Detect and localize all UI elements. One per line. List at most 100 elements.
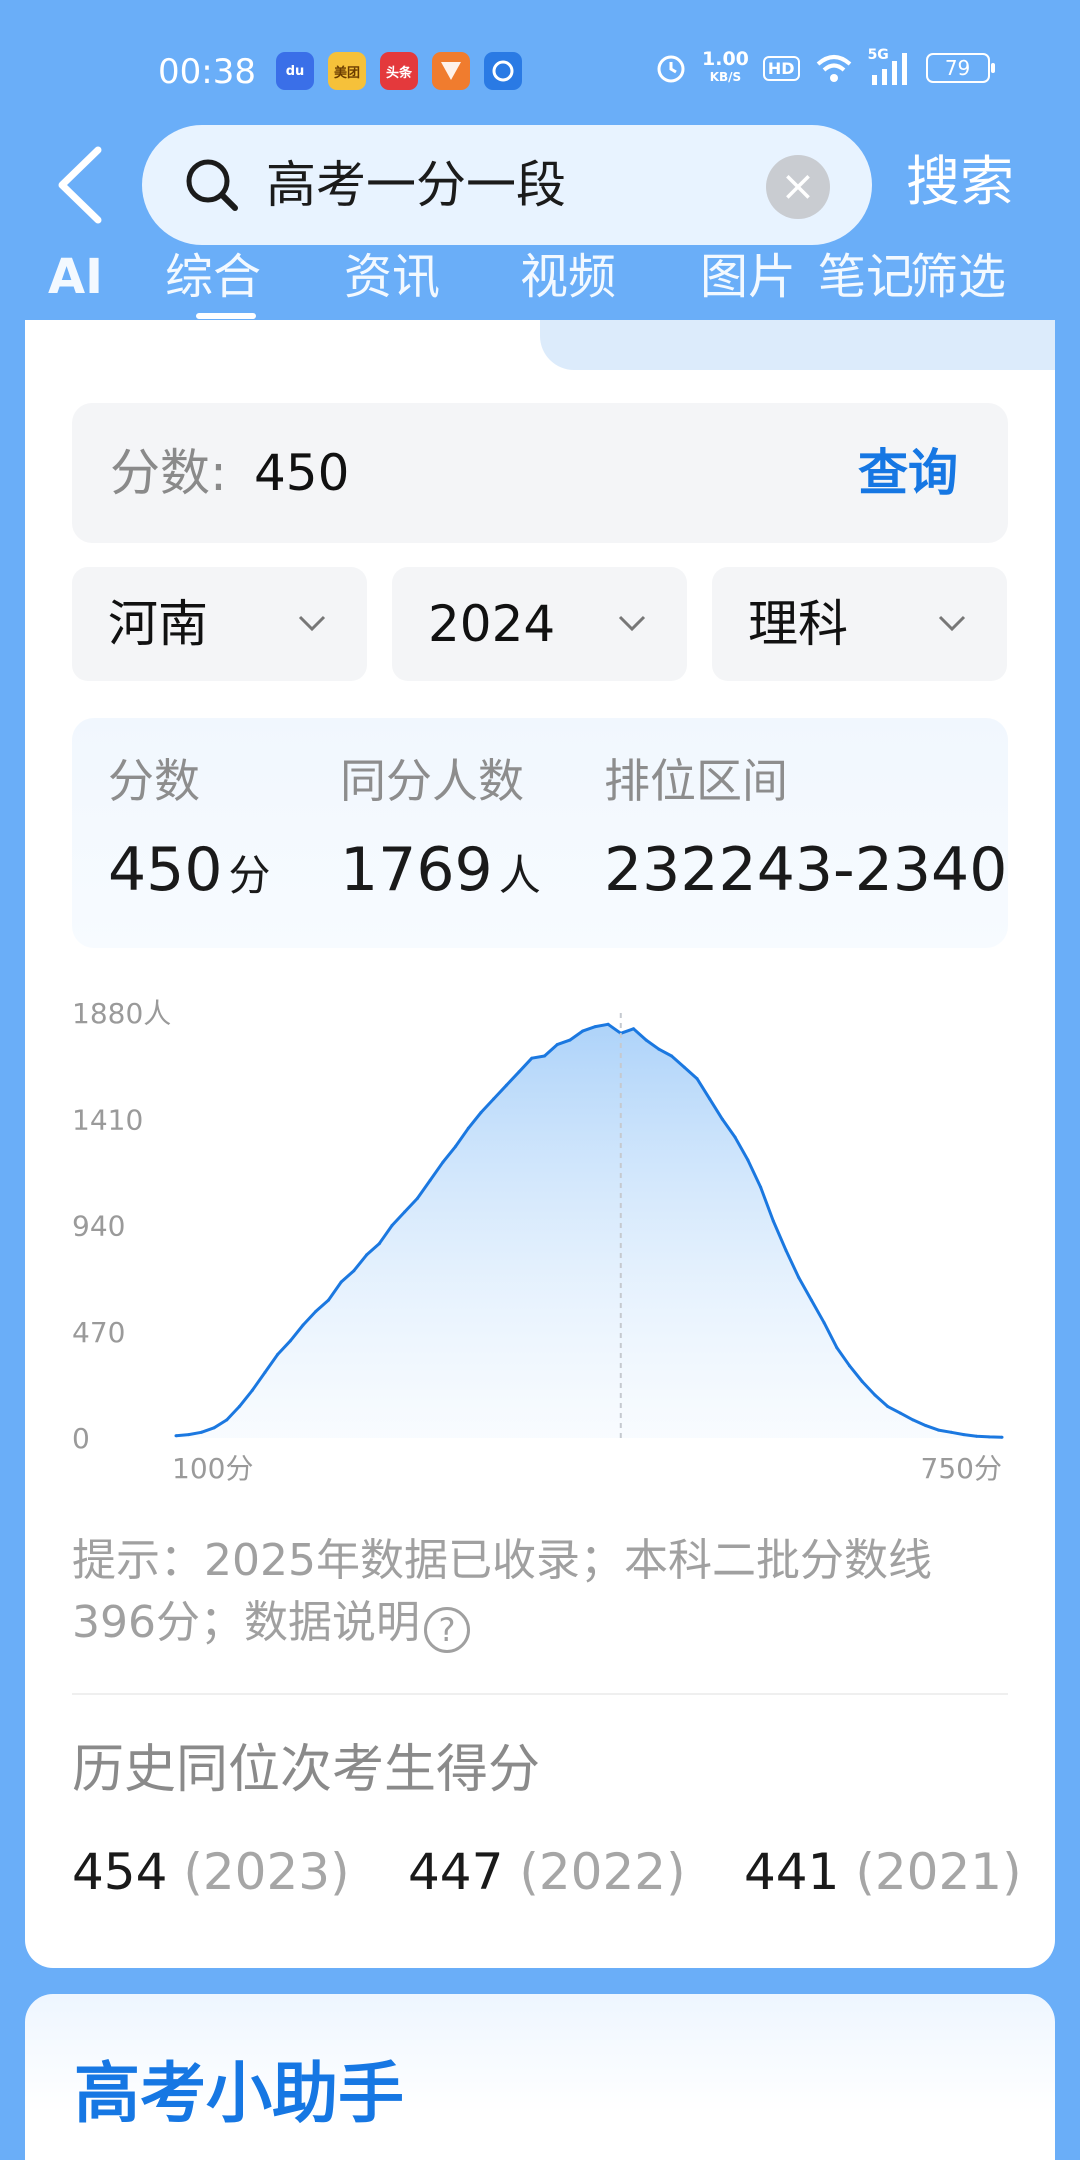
data-point — [898, 1411, 902, 1415]
data-point — [657, 1047, 661, 1051]
year-select[interactable]: 2024 — [392, 567, 687, 681]
data-point — [886, 1404, 890, 1408]
x-end-label: 750分 — [921, 1452, 1002, 1485]
data-point — [301, 1323, 305, 1327]
alarm-icon — [657, 55, 685, 83]
data-point — [365, 1253, 369, 1257]
data-point — [975, 1434, 979, 1438]
data-point — [263, 1370, 267, 1374]
data-point — [581, 1029, 585, 1033]
province-select[interactable]: 河南 — [72, 567, 367, 681]
data-point — [238, 1404, 241, 1408]
chevron-down-icon — [298, 615, 326, 632]
signal-icon: 5G — [868, 47, 912, 85]
data-point — [632, 1027, 635, 1031]
data-point — [987, 1435, 991, 1439]
data-point — [530, 1056, 534, 1060]
score-label: 分数: — [110, 444, 227, 502]
y-tick-label: 1880人 — [72, 997, 171, 1030]
chevron-down-icon — [618, 615, 646, 632]
result-same-value: 1769 — [340, 835, 493, 905]
data-point — [733, 1135, 737, 1139]
data-point — [555, 1043, 559, 1047]
status-bar: 00:38 du 美团 头条 1.00 KB/S HD 5G 79 — [0, 0, 1080, 120]
data-point — [670, 1054, 674, 1058]
distribution-svg: 1880人 1410 940 470 0 100分 750分 — [72, 997, 1004, 1485]
status-time: 00:38 — [158, 52, 256, 92]
score-query-field[interactable]: 分数: 450 查询 — [72, 403, 1008, 543]
tab-active-indicator — [196, 313, 256, 319]
meituan-app-icon: 美团 — [328, 52, 366, 90]
data-point — [314, 1309, 318, 1313]
card-decoration — [540, 320, 1055, 370]
data-point — [708, 1097, 712, 1101]
search-button[interactable]: 搜索 — [906, 146, 1014, 218]
hint-message: 提示：2025年数据已收录；本科二批分数线396分；数据说明 — [72, 1535, 932, 1648]
history-score: 454 — [72, 1843, 168, 1901]
y-tick-label: 470 — [72, 1316, 125, 1349]
data-point — [949, 1430, 953, 1434]
data-point — [835, 1346, 839, 1350]
data-point — [644, 1038, 648, 1042]
search-query-text[interactable]: 高考一分一段 — [266, 153, 566, 217]
data-point — [924, 1424, 928, 1428]
data-point — [962, 1433, 966, 1437]
data-point — [377, 1242, 381, 1246]
result-summary: 分数 450分 同分人数 1769人 排位区间 232243-234011 — [72, 718, 1008, 948]
data-point — [403, 1210, 407, 1214]
data-point — [873, 1393, 877, 1397]
tab-ai[interactable]: AI — [48, 247, 103, 307]
tab-news[interactable]: 资讯 — [344, 247, 440, 307]
tab-filter[interactable]: 筛选 — [910, 247, 1006, 307]
toutiao-app-icon: 头条 — [380, 52, 418, 90]
divider — [72, 1693, 1008, 1695]
result-score-value: 450 — [108, 835, 223, 905]
data-point — [504, 1083, 508, 1087]
y-tick-label: 940 — [72, 1210, 125, 1243]
help-icon[interactable]: ? — [423, 1607, 470, 1653]
data-point — [454, 1144, 458, 1148]
tab-images[interactable]: 图片 — [700, 247, 796, 307]
history-item: 454 (2023) — [72, 1838, 350, 1906]
result-rank-range: 排位区间 232243-234011 — [604, 752, 1008, 910]
query-button[interactable]: 查询 — [858, 441, 958, 505]
history-title: 历史同位次考生得分 — [72, 1740, 541, 1800]
back-button[interactable] — [50, 140, 110, 230]
data-point — [479, 1111, 483, 1114]
data-point — [339, 1280, 343, 1284]
data-point — [288, 1339, 292, 1343]
year-select-value: 2024 — [428, 595, 556, 653]
result-same-label: 同分人数 — [340, 754, 524, 808]
data-point — [199, 1430, 203, 1434]
data-point — [428, 1178, 432, 1182]
history-item: 441 (2021) — [744, 1838, 1022, 1906]
battery-indicator: 79 — [925, 53, 995, 83]
score-distribution-chart: 1880人 1410 940 470 0 100分 750分 — [72, 985, 1008, 1485]
hd-badge: HD — [762, 55, 800, 81]
data-point — [746, 1158, 750, 1162]
history-score: 441 — [744, 1843, 840, 1901]
data-point — [759, 1185, 763, 1189]
subject-select-value: 理科 — [748, 595, 848, 653]
tab-general[interactable]: 综合 — [165, 247, 261, 307]
data-point — [390, 1224, 394, 1227]
history-year: (2023) — [183, 1843, 350, 1901]
search-icon — [186, 159, 238, 211]
data-point — [327, 1298, 330, 1302]
search-input[interactable]: 高考一分一段 × — [142, 125, 872, 245]
x-start-label: 100分 — [172, 1452, 253, 1485]
subject-select[interactable]: 理科 — [712, 567, 1007, 681]
data-point — [771, 1219, 775, 1223]
data-point — [250, 1389, 254, 1392]
y-tick-label: 1410 — [72, 1103, 143, 1136]
clear-search-button[interactable]: × — [766, 155, 830, 219]
assistant-title: 高考小助手 — [74, 2055, 404, 2132]
close-icon: × — [780, 161, 816, 210]
history-item: 447 (2022) — [408, 1838, 686, 1906]
data-point — [593, 1025, 597, 1029]
tab-video[interactable]: 视频 — [520, 247, 616, 307]
tab-notes[interactable]: 笔记 — [818, 247, 914, 307]
score-input-value[interactable]: 450 — [254, 441, 349, 505]
data-point — [695, 1077, 699, 1081]
status-app-icons: du 美团 头条 — [276, 52, 522, 90]
